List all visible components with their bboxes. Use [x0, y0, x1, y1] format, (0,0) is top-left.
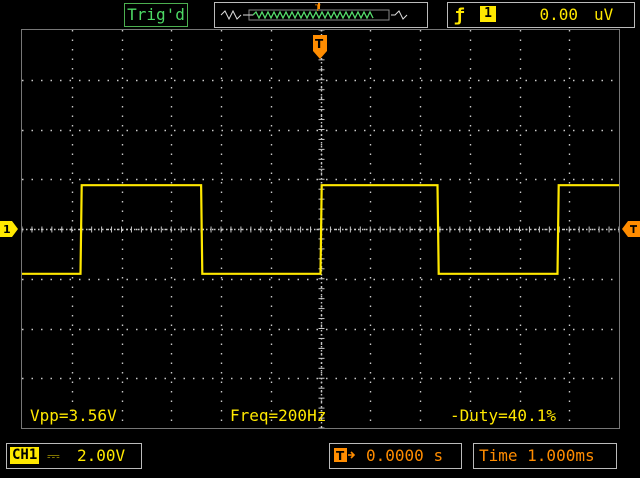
trigger-level-value: 0.00	[539, 5, 578, 24]
memory-bar-icon: T	[220, 3, 408, 21]
top-status-bar: Trig'd T ƒ 1 0.00 uV	[0, 0, 640, 28]
channel1-ground-label: 1	[3, 223, 11, 236]
rising-edge-icon: ƒ	[454, 5, 465, 26]
vpp-measurement: Vpp=3.56V	[30, 406, 117, 425]
channel1-label: CH1	[10, 447, 40, 464]
freq-measurement: Freq=200Hz	[230, 406, 327, 425]
run-status-indicator: Trig'd	[124, 3, 188, 27]
volts-per-div: 2.00V	[77, 446, 126, 465]
trigger-position-label: T	[315, 37, 324, 51]
duty-measurement: -Duty=40.1%	[450, 406, 556, 425]
memory-waveform-indicator: T	[214, 2, 428, 28]
trigger-level-unit: uV	[594, 5, 614, 24]
channel1-settings[interactable]: CH1 ⎓ 2.00V	[6, 443, 142, 469]
trigger-settings-panel[interactable]: ƒ 1 0.00 uV	[447, 2, 635, 28]
trigger-position-marker[interactable]: T	[311, 35, 329, 61]
horizontal-position-box[interactable]: T 0.0000 s	[329, 443, 462, 469]
memory-trigger-marker: T	[314, 4, 321, 14]
position-unit: s	[433, 446, 444, 465]
trigger-arrow-icon: T	[334, 448, 356, 463]
channel1-ground-marker[interactable]: 1	[0, 221, 20, 237]
position-value: 0.0000	[366, 446, 424, 465]
dc-coupling-icon: ⎓	[47, 446, 60, 465]
waveform-graticule	[21, 29, 620, 429]
waveform-display[interactable]	[21, 29, 620, 429]
trigger-level-marker[interactable]	[620, 221, 640, 237]
horizontal-position-value: 0.0000 s	[366, 446, 443, 465]
trigger-position-icon: T	[334, 446, 358, 468]
timebase-box[interactable]: Time 1.000ms	[473, 443, 617, 469]
trigger-source-badge: 1	[480, 6, 496, 22]
time-per-div: Time 1.000ms	[479, 446, 595, 465]
svg-text:T: T	[336, 449, 345, 463]
